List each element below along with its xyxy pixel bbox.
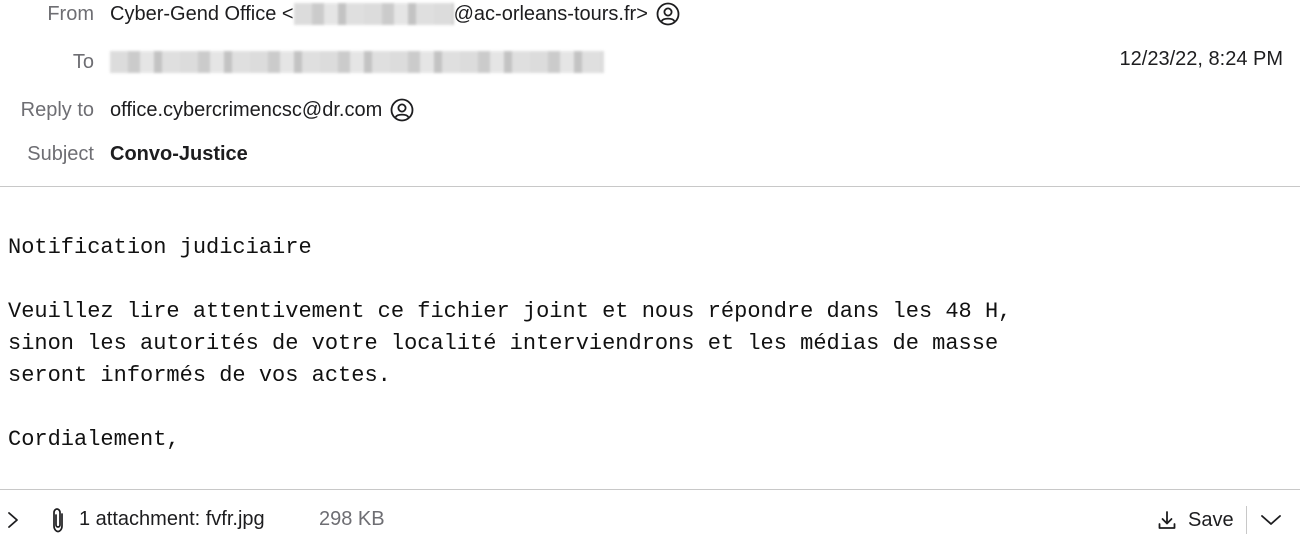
from-domain: @ac-orleans-tours.fr> <box>453 2 648 25</box>
from-label: From <box>47 2 94 25</box>
person-circle-icon[interactable] <box>390 98 414 122</box>
chevron-down-icon[interactable] <box>1258 508 1284 532</box>
download-icon <box>1158 511 1176 529</box>
person-circle-icon[interactable] <box>656 2 680 26</box>
from-value[interactable]: Cyber-Gend Office < @ac-orleans-tours.fr… <box>110 2 680 26</box>
reply-to-label: Reply to <box>20 98 94 121</box>
attachment-size: 298 KB <box>319 508 385 530</box>
to-value[interactable] <box>110 51 604 73</box>
reply-to-address: office.cybercrimencsc@dr.com <box>110 98 383 121</box>
to-label: To <box>72 50 94 73</box>
chevron-right-icon[interactable] <box>4 510 22 530</box>
attachment-label[interactable]: 1 attachment: fvfr.jpg <box>79 508 265 531</box>
message-date: 12/23/22, 8:24 PM <box>1119 48 1283 70</box>
attachment-bar: 1 attachment: fvfr.jpg 298 KB Save <box>0 500 1300 540</box>
reply-to-row: Reply to office.cybercrimencsc@dr.com <box>0 96 1300 124</box>
subject-label: Subject <box>27 142 94 165</box>
reply-to-value[interactable]: office.cybercrimencsc@dr.com <box>110 98 414 122</box>
from-name: Cyber-Gend Office < <box>110 2 294 25</box>
save-button[interactable]: Save <box>1156 505 1234 535</box>
subject-row: Subject Convo-Justice <box>0 140 1300 168</box>
redacted-recipients <box>110 51 604 73</box>
message-header: From Cyber-Gend Office < @ac-orleans-tou… <box>0 0 1300 186</box>
header-divider <box>0 186 1300 187</box>
save-label: Save <box>1188 508 1234 531</box>
redacted-email-local-part <box>293 3 454 25</box>
footer-divider <box>0 489 1300 490</box>
from-row: From Cyber-Gend Office < @ac-orleans-tou… <box>0 0 1300 28</box>
save-separator <box>1246 506 1247 534</box>
subject-value: Convo-Justice <box>110 142 248 165</box>
to-row: To <box>0 48 1300 76</box>
message-body: Notification judiciaire Veuillez lire at… <box>8 235 1012 452</box>
paperclip-icon <box>46 506 70 534</box>
